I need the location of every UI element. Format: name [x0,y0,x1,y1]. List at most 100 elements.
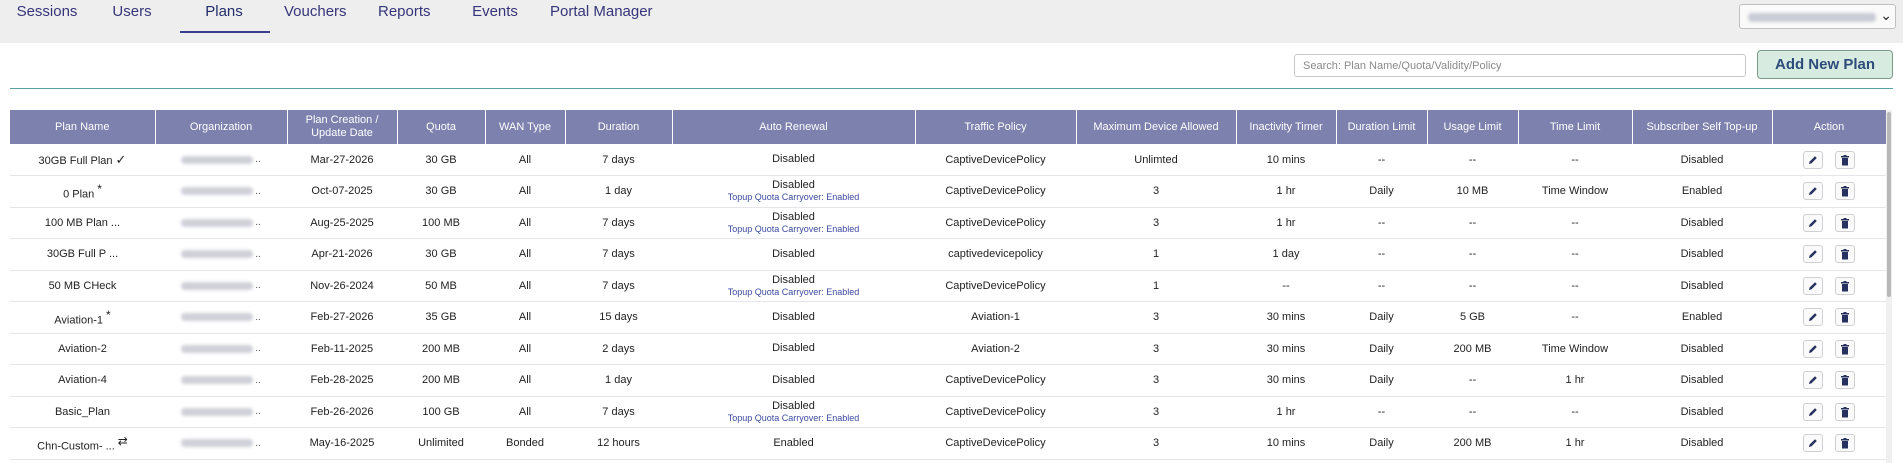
tab-portal-manager[interactable]: Portal Manager [550,0,653,34]
duration-cell: 1 day [565,364,672,397]
delete-plan-button[interactable] [1835,434,1855,453]
inactivity-timer-cell: 1 day [1236,238,1336,271]
add-new-plan-button[interactable]: Add New Plan [1757,50,1893,79]
max-devices-cell: 1 [1076,270,1236,302]
plans-table-container: Plan Name Organization Plan Creation / Upd… [10,110,1886,463]
table-scrollbar-thumb[interactable] [1887,112,1891,297]
plans-table: Plan Name Organization Plan Creation / Upd… [10,110,1886,460]
delete-plan-button[interactable] [1835,339,1855,358]
edit-plan-button[interactable] [1803,150,1823,169]
column-header: Time Limit [1518,110,1633,144]
tab-vouchers[interactable]: Vouchers [284,0,347,34]
inactivity-timer-cell: 30 mins [1236,364,1336,397]
table-row[interactable]: 0 Plan *.. Oct-07-2025 30 GB All 1 day Disable… [10,175,1886,208]
organization-cell: .. [155,238,287,271]
plan-name-cell[interactable]: Aviation-1 * [10,301,155,334]
column-header: Plan Creation / Update Date [287,110,398,144]
wan-type-cell: All [485,396,565,428]
auto-renewal-status: Disabled [772,247,815,260]
plan-date-cell: Nov-26-2024 [287,270,397,302]
table-row[interactable]: 100 MB Plan ..... Aug-25-2025 100 MB All 7 d… [10,207,1886,239]
table-row[interactable]: 50 MB CHeck.. Nov-26-2024 50 MB All 7 days Di… [10,270,1886,302]
table-body: 30GB Full Plan ✓.. Mar-27-2026 30 GB All 7 da… [10,144,1886,460]
truncation-dots: .. [255,311,261,323]
organization-name-redacted [181,187,254,196]
auto-renewal-cell: Disabled [672,144,915,176]
max-devices-cell: 3 [1076,175,1236,208]
tab-sessions[interactable]: Sessions [16,0,78,34]
auto-renewal-cell: Disabled [672,364,915,397]
delete-plan-button[interactable] [1835,308,1855,327]
column-header: Auto Renewal [672,110,916,144]
self-topup-cell: Disabled [1632,144,1772,176]
duration-limit-cell: Daily [1336,301,1427,334]
column-header: Plan Name [10,110,156,144]
action-cell [1772,364,1886,397]
edit-plan-button[interactable] [1803,213,1823,232]
delete-plan-button[interactable] [1835,213,1855,232]
organization-select[interactable]: ⌄ [1739,4,1896,29]
duration-limit-cell: -- [1336,144,1427,176]
time-limit-cell: Time Window [1518,333,1632,365]
delete-plan-button[interactable] [1835,371,1855,390]
edit-plan-button[interactable] [1803,402,1823,421]
delete-plan-button[interactable] [1835,276,1855,295]
tab-reports[interactable]: Reports [378,0,431,34]
organization-cell: .. [155,396,287,428]
plan-name-cell[interactable]: Chn-Custom- ... ⇄ [10,427,155,460]
plan-name-cell[interactable]: Aviation-4 [10,364,155,397]
time-limit-cell: Time Window [1518,175,1632,208]
plan-name-cell[interactable]: Basic_Plan [10,396,155,428]
search-input[interactable] [1294,54,1746,77]
delete-plan-button[interactable] [1835,182,1855,201]
duration-limit-cell: -- [1336,238,1427,271]
edit-plan-button[interactable] [1803,434,1823,453]
max-devices-cell: 3 [1076,333,1236,365]
edit-plan-button[interactable] [1803,245,1823,264]
auto-renewal-cell: Disabled [672,238,915,271]
quota-cell: 35 GB [397,301,485,334]
edit-plan-button[interactable] [1803,308,1823,327]
column-header: Duration [565,110,673,144]
edit-plan-button[interactable] [1803,182,1823,201]
plan-name-cell[interactable]: 100 MB Plan ... [10,207,155,239]
plan-name-cell[interactable]: 50 MB CHeck [10,270,155,302]
tab-events[interactable]: Events [470,0,520,34]
duration-cell: 7 days [565,144,672,176]
tab-plans[interactable]: Plans [198,0,250,34]
usage-limit-cell: 5 GB [1427,301,1518,334]
table-row[interactable]: Aviation-2.. Feb-11-2025 200 MB All 2 days Di… [10,333,1886,365]
delete-plan-button[interactable] [1835,402,1855,421]
plan-name: Chn-Custom- ... [37,440,115,453]
duration-limit-cell: -- [1336,396,1427,428]
delete-plan-button[interactable] [1835,245,1855,264]
inactivity-timer-cell: -- [1236,270,1336,302]
organization-name-redacted [181,218,254,227]
table-row[interactable]: Aviation-4.. Feb-28-2025 200 MB All 1 day Dis… [10,364,1886,397]
table-row[interactable]: Basic_Plan.. Feb-26-2026 100 GB All 7 days Di… [10,396,1886,428]
organization-name-redacted [181,281,254,290]
plan-name-cell[interactable]: 30GB Full P ... [10,238,155,271]
edit-plan-button[interactable] [1803,339,1823,358]
plan-name-cell[interactable]: 30GB Full Plan ✓ [10,144,155,176]
wan-type-cell: All [485,301,565,334]
auto-renewal-status: Disabled [772,399,815,412]
table-row[interactable]: Chn-Custom- ... ⇄.. May-16-2025 Unlimited Bo… [10,427,1886,460]
time-limit-cell: -- [1518,396,1632,428]
time-limit-cell: 1 hr [1518,364,1632,397]
auto-renewal-status: Disabled [772,153,815,165]
plan-name-cell[interactable]: Aviation-2 [10,333,155,365]
plan-name-cell[interactable]: 0 Plan * [10,175,155,208]
table-row[interactable]: 30GB Full Plan ✓.. Mar-27-2026 30 GB All 7 da… [10,144,1886,176]
table-row[interactable]: 30GB Full P ..... Apr-21-2026 30 GB All 7 da… [10,238,1886,271]
wan-type-cell: All [485,364,565,397]
traffic-policy-cell: captivedevicepolicy [915,238,1076,271]
truncation-dots: .. [255,406,261,418]
column-header: Action [1772,110,1886,144]
plan-name: Basic_Plan [54,405,111,418]
delete-plan-button[interactable] [1835,150,1855,169]
edit-plan-button[interactable] [1803,276,1823,295]
tab-users[interactable]: Users [108,0,156,34]
edit-plan-button[interactable] [1803,371,1823,390]
table-row[interactable]: Aviation-1 *.. Feb-27-2026 35 GB All 15 days D… [10,301,1886,334]
